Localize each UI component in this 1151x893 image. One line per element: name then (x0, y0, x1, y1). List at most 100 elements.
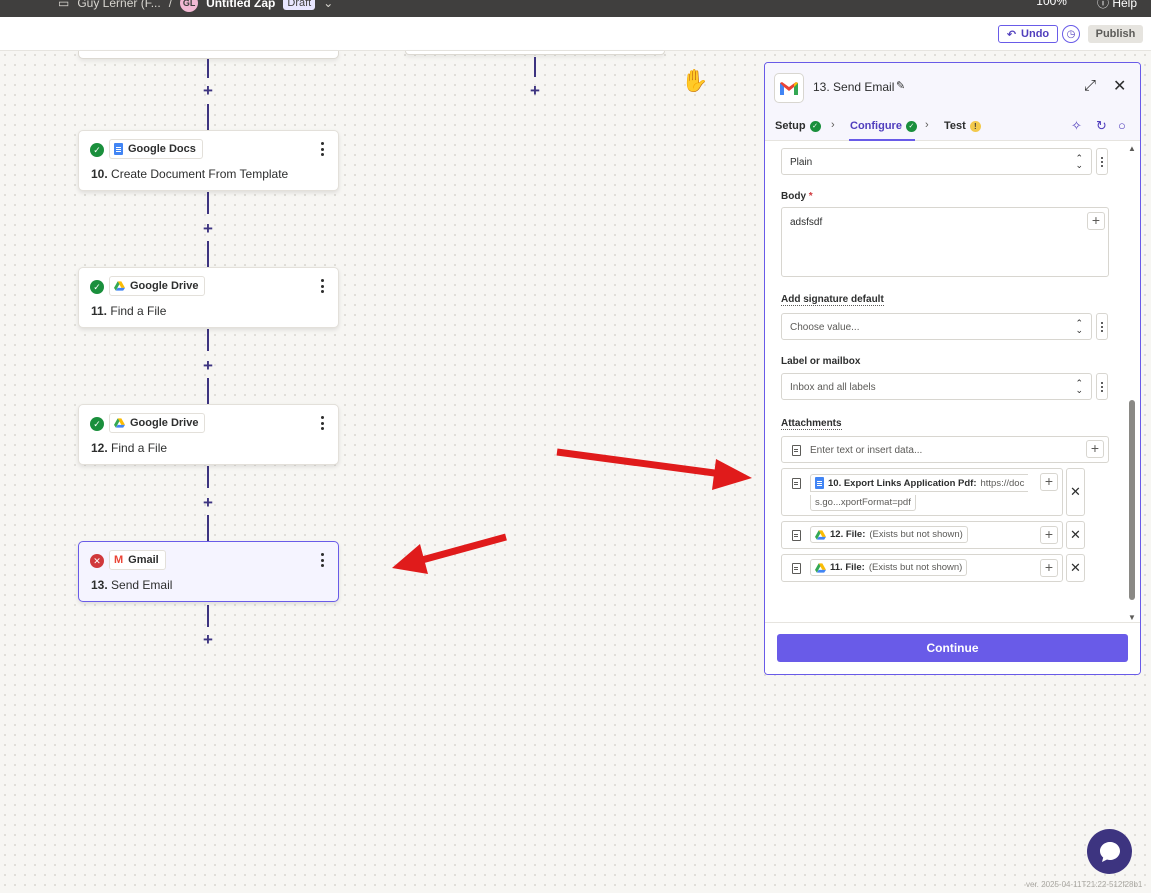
data-pill-continued[interactable]: s.go...xportFormat=pdf (810, 495, 916, 511)
insert-data-button[interactable]: + (1086, 440, 1104, 458)
insert-data-button[interactable]: + (1040, 559, 1058, 577)
insert-data-button[interactable]: + (1040, 473, 1058, 491)
step-card-partial[interactable] (78, 51, 339, 59)
continue-button[interactable]: Continue (777, 634, 1128, 662)
gmail-logo-icon (774, 73, 804, 103)
status-badge: Draft (283, 0, 316, 10)
panel-footer: Continue (765, 622, 1140, 674)
body-type-select[interactable]: Plain ⌃ ⌄ (781, 148, 1092, 175)
panel-title[interactable]: 13. Send Email (813, 80, 894, 94)
google-drive-icon (815, 529, 826, 540)
panel-tabs: Setup ✓ › Configure ✓ › Test! ✧ ↻ ○ (765, 111, 1140, 141)
ai-sparkle-icon[interactable]: ✧ (1071, 118, 1082, 134)
kebab-menu-icon[interactable] (318, 551, 326, 569)
app-chip: Google Drive (109, 413, 206, 433)
history-icon: ◷ (1066, 28, 1076, 40)
add-step-icon[interactable]: + (200, 494, 216, 511)
attachment-item[interactable]: 10. Export Links Application Pdf: https:… (781, 468, 1063, 516)
tab-test[interactable]: Test! (944, 120, 981, 132)
connector-line (207, 192, 209, 214)
attachments-label: Attachments (781, 418, 842, 430)
attachments-input[interactable]: Enter text or insert data... + (781, 436, 1109, 463)
remove-attachment-button[interactable]: ✕ (1066, 554, 1085, 582)
add-step-icon[interactable]: + (200, 220, 216, 237)
remove-attachment-button[interactable]: ✕ (1066, 521, 1085, 549)
hand-cursor-icon: ✋ (681, 68, 709, 93)
zap-name[interactable]: Untitled Zap (206, 0, 275, 10)
zoom-level[interactable]: 100% (1036, 0, 1067, 11)
app-chip: M Gmail (109, 550, 166, 570)
google-drive-icon (114, 281, 125, 291)
label-mailbox-label: Label or mailbox (781, 356, 861, 367)
body-textarea[interactable]: adsfsdf (781, 207, 1109, 277)
chevron-down-icon[interactable]: ⌄ (323, 0, 333, 10)
google-docs-icon (114, 143, 123, 155)
add-step-icon[interactable]: + (200, 631, 216, 648)
avatar[interactable]: GL (180, 0, 199, 12)
step-card-gmail[interactable]: ✕ M Gmail 13. Send Email (78, 541, 339, 602)
history-button[interactable]: ◷ (1062, 25, 1080, 43)
top-bar: ▭ Guy Lerner (F... / GL Untitled Zap Dra… (0, 0, 1151, 17)
step-card-partial-right[interactable] (405, 51, 665, 55)
tab-configure[interactable]: Configure ✓ (850, 120, 917, 132)
expand-icon[interactable]: ⤢ (1084, 77, 1096, 94)
close-icon[interactable]: ✕ (1113, 76, 1126, 96)
step-card-google-docs[interactable]: ✓ Google Docs 10. Create Document From T… (78, 130, 339, 191)
connector-line (207, 59, 209, 78)
chat-support-button[interactable] (1087, 829, 1132, 874)
tab-setup[interactable]: Setup ✓ (775, 120, 821, 132)
signature-select[interactable]: Choose value... ⌃ ⌄ (781, 313, 1092, 340)
connector-line (207, 466, 209, 488)
arrow-to-gmail-step (392, 533, 507, 574)
insert-data-button[interactable]: + (1040, 526, 1058, 544)
step-card-google-drive-11[interactable]: ✓ Google Drive 11. Find a File (78, 267, 339, 328)
folder-icon: ▭ (58, 0, 70, 10)
document-icon (792, 478, 801, 489)
check-icon: ✓ (90, 280, 104, 294)
updown-chevron-icon: ⌃ ⌄ (1075, 318, 1083, 335)
refresh-icon[interactable]: ↻ (1096, 118, 1107, 134)
connector-line (207, 329, 209, 351)
arrow-to-attachments (556, 448, 752, 490)
insert-data-button[interactable]: + (1087, 212, 1105, 230)
publish-button[interactable]: Publish (1088, 25, 1143, 43)
panel-header: 13. Send Email ✎ ⤢ ✕ (765, 63, 1140, 111)
data-pill[interactable]: 10. Export Links Application Pdf: https:… (810, 474, 1029, 492)
version-text: ver. 2025-04-11T21:22-512f28b1 (1026, 880, 1143, 889)
step-card-google-drive-12[interactable]: ✓ Google Drive 12. Find a File (78, 404, 339, 465)
field-options-button[interactable] (1096, 313, 1108, 340)
data-pill[interactable]: 12. File: (Exists but not shown) (810, 526, 968, 543)
connector-line (207, 515, 209, 541)
field-options-button[interactable] (1096, 148, 1108, 175)
kebab-menu-icon[interactable] (318, 414, 326, 432)
help-icon: ⓘ (1096, 0, 1113, 10)
breadcrumb-folder[interactable]: Guy Lerner (F... (77, 0, 160, 10)
edit-pencil-icon[interactable]: ✎ (896, 79, 905, 92)
panel-scrollbar[interactable]: ▲ ▼ (1127, 142, 1137, 622)
app-chip: Google Docs (109, 139, 203, 159)
scroll-up-icon[interactable]: ▲ (1128, 144, 1136, 153)
step-title: 12. Find a File (91, 441, 168, 455)
remove-attachment-button[interactable]: ✕ (1066, 468, 1085, 516)
kebab-menu-icon[interactable] (318, 277, 326, 295)
add-step-icon[interactable]: + (527, 82, 543, 99)
gmail-icon: M (114, 554, 124, 566)
add-step-icon[interactable]: + (200, 357, 216, 374)
undo-button[interactable]: ↶ Undo (998, 25, 1058, 43)
breadcrumb: ▭ Guy Lerner (F... / GL Untitled Zap Dra… (58, 0, 333, 12)
data-pill[interactable]: 11. File: (Exists but not shown) (810, 559, 968, 576)
help-menu[interactable]: ⓘ Help (1097, 0, 1137, 11)
document-icon (792, 563, 801, 574)
attachment-item[interactable]: 11. File: (Exists but not shown) + (781, 554, 1063, 582)
warning-icon: ! (969, 120, 981, 132)
kebab-menu-icon[interactable] (318, 140, 326, 158)
add-step-icon[interactable]: + (200, 82, 216, 99)
scroll-down-icon[interactable]: ▼ (1128, 613, 1136, 622)
comment-icon[interactable]: ○ (1118, 118, 1126, 133)
attachment-item[interactable]: 12. File: (Exists but not shown) + (781, 521, 1063, 549)
step-title: 10. Create Document From Template (91, 167, 289, 181)
scrollbar-thumb[interactable] (1129, 400, 1135, 600)
field-options-button[interactable] (1096, 373, 1108, 400)
label-mailbox-select[interactable]: Inbox and all labels ⌃ ⌄ (781, 373, 1092, 400)
chat-bubble-icon (1099, 841, 1120, 862)
